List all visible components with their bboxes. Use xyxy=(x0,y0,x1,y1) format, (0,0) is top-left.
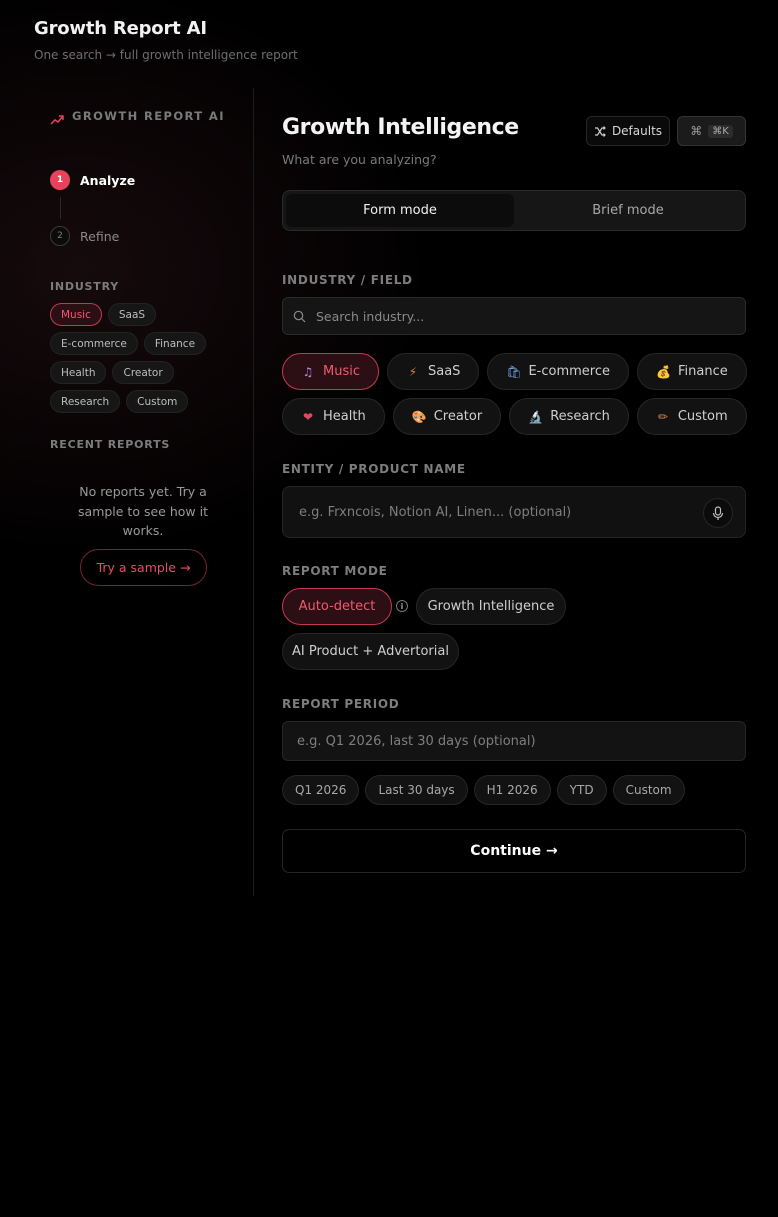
industry-search-input[interactable] xyxy=(316,308,716,324)
sidebar-brand: GROWTH REPORT AI xyxy=(50,110,232,125)
microscope-icon: 🔬 xyxy=(528,409,544,424)
heart-icon: ❤ xyxy=(302,409,314,424)
chip-label: Music xyxy=(323,364,360,379)
industry-chip-row-2: ❤ Health 🎨 Creator 🔬 Research ✏ Custom xyxy=(282,398,747,435)
page-title: Growth Intelligence xyxy=(282,115,519,140)
step-label: Analyze xyxy=(80,172,136,188)
trending-up-icon xyxy=(50,115,64,125)
chip-finance[interactable]: 💰 Finance xyxy=(636,353,747,390)
sidebar-chip-saas[interactable]: SaaS xyxy=(107,303,157,326)
defaults-label: Defaults xyxy=(611,124,663,138)
period-chip-q1-2026[interactable]: Q1 2026 xyxy=(282,775,360,805)
command-icon: ⌘ xyxy=(690,124,703,138)
entity-field-label: ENTITY / PRODUCT NAME xyxy=(282,462,466,476)
sidebar-chip-research[interactable]: Research xyxy=(50,390,121,413)
microphone-button[interactable] xyxy=(703,498,733,528)
tab-brief-mode[interactable]: Brief mode xyxy=(514,194,742,227)
microphone-icon xyxy=(712,505,724,520)
money-bag-icon: 💰 xyxy=(655,364,671,379)
entity-field xyxy=(282,486,746,538)
step-number: 1 xyxy=(50,170,70,190)
sidebar: GROWTH REPORT AI 1 Analyze 2 Refine INDU… xyxy=(0,88,254,896)
period-chip-custom[interactable]: Custom xyxy=(612,775,685,805)
step-number: 2 xyxy=(50,226,70,246)
report-mode-auto-detect[interactable]: Auto-detect xyxy=(282,588,392,625)
page-subtitle: What are you analyzing? xyxy=(282,152,437,167)
sidebar-chip-creator[interactable]: Creator xyxy=(112,361,174,384)
industry-heading: INDUSTRY xyxy=(50,280,120,293)
sidebar-chip-custom[interactable]: Custom xyxy=(126,390,189,413)
lightning-icon: ⚡ xyxy=(408,364,418,379)
step-list: 1 Analyze 2 Refine xyxy=(50,170,135,246)
info-icon[interactable]: i xyxy=(396,600,408,612)
industry-field-label: INDUSTRY / FIELD xyxy=(282,273,413,287)
search-icon xyxy=(293,310,306,322)
sidebar-chip-ecommerce[interactable]: E-commerce xyxy=(50,332,138,355)
report-period-field xyxy=(282,721,746,761)
period-chip-h1-2026[interactable]: H1 2026 xyxy=(473,775,551,805)
report-mode-ai-product[interactable]: AI Product + Advertorial xyxy=(282,633,459,670)
chip-label: Creator xyxy=(433,409,483,424)
recent-reports-heading: RECENT REPORTS xyxy=(50,438,171,451)
period-chip-ytd[interactable]: YTD xyxy=(556,775,607,805)
chip-label: Health xyxy=(323,409,366,424)
chip-label: Research xyxy=(550,409,610,424)
music-note-icon: ♫ xyxy=(302,364,314,379)
chip-ecommerce[interactable]: 🛍 E-commerce xyxy=(487,353,629,390)
chip-health[interactable]: ❤ Health xyxy=(282,398,385,435)
chip-creator[interactable]: 🎨 Creator xyxy=(392,398,502,435)
sidebar-chip-finance[interactable]: Finance xyxy=(143,332,207,355)
continue-button[interactable]: Continue → xyxy=(282,829,746,873)
app-subtitle: One search → full growth intelligence re… xyxy=(34,48,298,62)
try-sample-button[interactable]: Try a sample → xyxy=(80,549,207,586)
chip-label: SaaS xyxy=(428,364,461,379)
step-connector xyxy=(59,197,61,219)
chip-music[interactable]: ♫ Music xyxy=(282,353,379,390)
shopping-bag-icon: 🛍 xyxy=(506,364,522,379)
period-presets: Q1 2026 Last 30 days H1 2026 YTD Custom xyxy=(282,775,685,805)
pencil-icon: ✏ xyxy=(657,409,668,424)
app-title: Growth Report AI xyxy=(34,18,207,39)
shortcut-key: ⌘K xyxy=(708,124,733,138)
shuffle-icon xyxy=(594,125,606,137)
report-period-label: REPORT PERIOD xyxy=(282,697,400,711)
industry-search xyxy=(282,297,746,335)
report-period-input[interactable] xyxy=(297,733,717,749)
chip-saas[interactable]: ⚡ SaaS xyxy=(387,353,480,390)
step-label: Refine xyxy=(80,228,120,244)
report-mode-growth-intelligence[interactable]: Growth Intelligence xyxy=(416,588,566,625)
step-analyze[interactable]: 1 Analyze xyxy=(50,170,135,190)
step-refine[interactable]: 2 Refine xyxy=(50,226,135,246)
mode-toggle: Form mode Brief mode xyxy=(282,190,746,231)
palette-icon: 🎨 xyxy=(411,409,427,424)
chip-custom[interactable]: ✏ Custom xyxy=(636,398,747,435)
report-mode-label: REPORT MODE xyxy=(282,564,388,578)
sidebar-chip-music[interactable]: Music xyxy=(50,303,102,326)
empty-reports-message: No reports yet. Try a sample to see how … xyxy=(78,484,208,538)
chip-research[interactable]: 🔬 Research xyxy=(509,398,629,435)
sidebar-chip-health[interactable]: Health xyxy=(50,361,107,384)
industry-chip-row-1: ♫ Music ⚡ SaaS 🛍 E-commerce 💰 Finance xyxy=(282,353,747,390)
chip-label: Finance xyxy=(677,364,728,379)
entity-input[interactable] xyxy=(299,504,679,520)
defaults-button[interactable]: Defaults xyxy=(586,116,670,146)
command-palette-button[interactable]: ⌘ ⌘K xyxy=(677,116,746,146)
sidebar-industry-chips: Music SaaS E-commerce Finance Health Cre… xyxy=(50,303,225,413)
chip-label: E-commerce xyxy=(528,364,610,379)
period-chip-last-30-days[interactable]: Last 30 days xyxy=(365,775,468,805)
chip-label: Custom xyxy=(677,409,728,424)
tab-form-mode[interactable]: Form mode xyxy=(286,194,514,227)
sidebar-brand-label: GROWTH REPORT AI xyxy=(72,109,225,123)
